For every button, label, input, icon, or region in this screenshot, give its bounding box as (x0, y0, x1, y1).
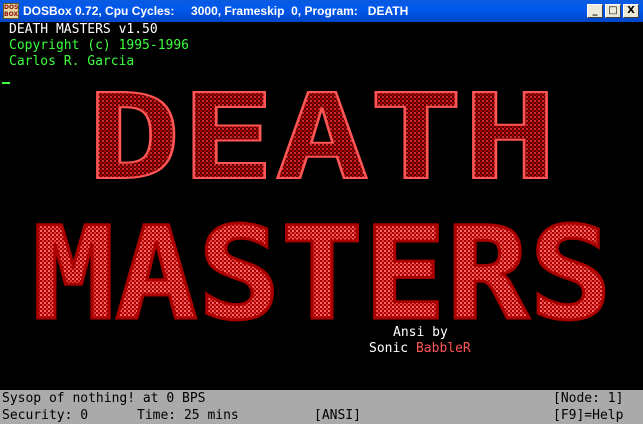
help-hotkey[interactable]: [F9]=Help (553, 407, 623, 424)
time-remaining: Time: 25 mins (137, 408, 239, 423)
artist-credit: Sonic BabbleR (369, 341, 471, 357)
logo-line-2: MASTERS (32, 200, 612, 349)
window-title: DOSBox 0.72, Cpu Cycles: 3000, Frameskip… (23, 4, 409, 18)
terminal-mode: [ANSI] (314, 408, 361, 423)
artist-first-name: Sonic (369, 341, 416, 356)
maximize-button[interactable]: □ (605, 4, 621, 18)
close-button[interactable]: X (623, 4, 639, 18)
status-bar: Sysop of nothing! at 0 BPS [Node: 1] Sec… (0, 390, 643, 424)
program-title: DEATH MASTERS v1.50 (9, 22, 158, 37)
minimize-button[interactable]: _ (587, 4, 603, 18)
copyright-line: Copyright (c) 1995-1996 (9, 38, 190, 53)
ansi-logo: DEATH MASTERS (31, 78, 614, 351)
author-line: Carlos R. Garcia (9, 54, 135, 69)
dos-screen[interactable]: DEATH MASTERS v1.50 Copyright (c) 1995-1… (0, 22, 643, 390)
node-indicator: [Node: 1] (553, 391, 624, 406)
dosbox-icon: DOS BOX (3, 3, 19, 19)
window-titlebar[interactable]: DOS BOX DOSBox 0.72, Cpu Cycles: 3000, F… (0, 0, 643, 22)
ansi-credit: Ansi by (393, 325, 448, 340)
artist-handle: BabbleR (415, 341, 471, 356)
sysop-status: Sysop of nothing! at 0 BPS (2, 391, 206, 406)
security-level: Security: 0 (2, 408, 89, 423)
logo-line-1: DEATH (87, 78, 557, 206)
